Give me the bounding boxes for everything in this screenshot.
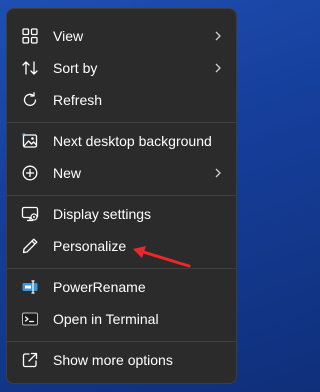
menu-item-label: Next desktop background [53,133,212,149]
menu-item-new[interactable]: New [11,158,232,188]
menu-separator [7,195,236,196]
menu-item-sort-by[interactable]: Sort by [11,53,232,83]
menu-item-label: Refresh [53,92,103,108]
menu-item-label: Show more options [53,352,173,368]
chevron-right-icon [215,168,221,178]
menu-separator [7,122,236,123]
menu-item-label: Display settings [53,206,152,222]
menu-item-show-more-options[interactable]: Show more options [11,345,232,375]
view-grid-icon [22,28,38,44]
menu-item-powerrename[interactable]: PowerRename [11,272,232,302]
menu-separator [7,268,236,269]
chevron-right-icon [215,31,221,41]
menu-item-label: Personalize [53,238,127,254]
external-open-icon [22,352,38,368]
terminal-icon [22,312,38,326]
pen-icon [22,238,38,254]
chevron-right-icon [215,63,221,73]
desktop-background-icon [22,133,38,148]
menu-item-label: View [53,28,84,44]
menu-separator [7,341,236,342]
display-settings-icon [21,206,39,222]
powerrename-icon [22,280,38,294]
refresh-icon [23,92,37,106]
menu-item-label: PowerRename [53,279,146,295]
menu-item-label: Open in Terminal [53,311,159,327]
menu-item-refresh[interactable]: Refresh [11,85,232,115]
menu-item-label: New [53,165,82,181]
desktop-context-menu: View Sort by Refresh Next desktop backgr… [6,8,237,384]
menu-item-open-in-terminal[interactable]: Open in Terminal [11,304,232,334]
menu-item-label: Sort by [53,60,98,76]
plus-circle-icon [22,165,38,181]
menu-item-view[interactable]: View [11,21,232,51]
menu-item-next-desktop-background[interactable]: Next desktop background [11,126,232,156]
menu-item-display-settings[interactable]: Display settings [11,199,232,229]
menu-item-personalize[interactable]: Personalize [11,231,232,261]
sort-icon [22,61,38,75]
